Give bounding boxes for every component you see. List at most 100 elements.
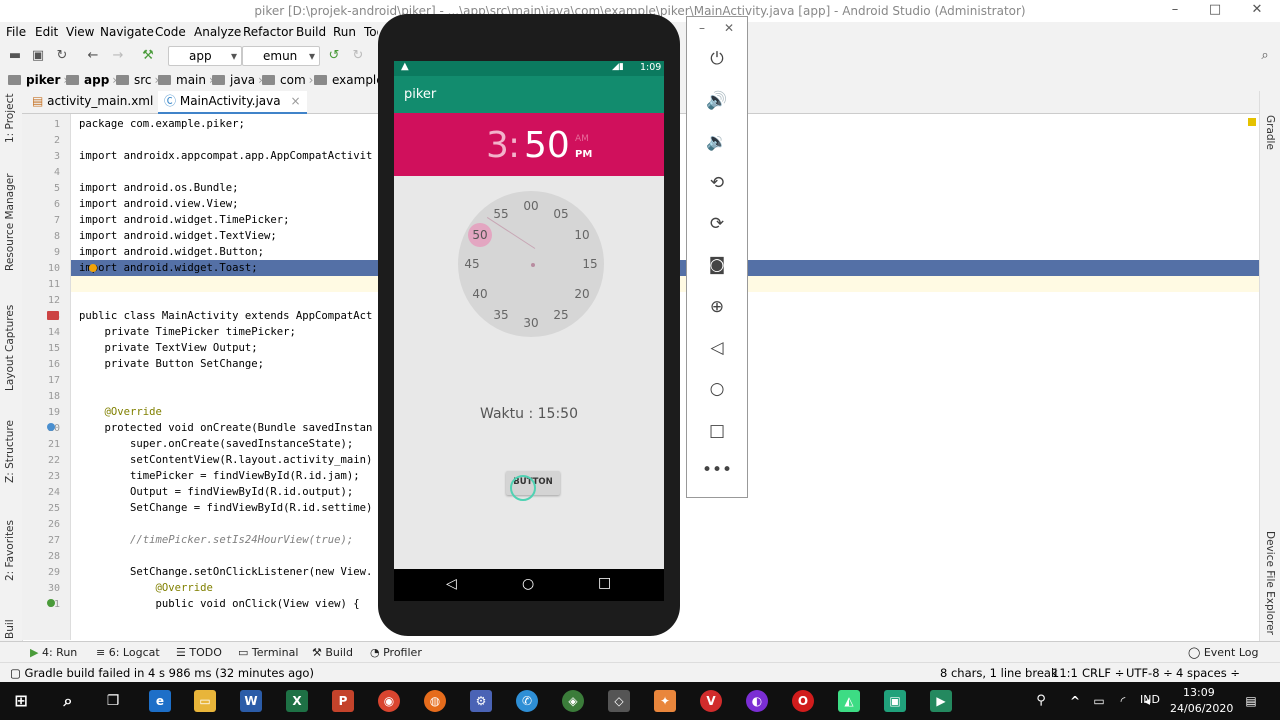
language-indicator[interactable]: IND [1140,693,1160,706]
apply-code-icon[interactable]: ↻ [350,48,366,64]
overview-icon[interactable]: □ [687,421,747,441]
selection-info[interactable]: 8 chars, 1 line break [940,666,1058,680]
tool-tab-run[interactable]: ▶ 4: Run [30,646,77,659]
menu-build[interactable]: Build [296,25,326,39]
tool-tab-build-variants[interactable]: Build Variants [4,619,16,639]
menu-file[interactable]: File [6,25,26,39]
tool-tab-logcat[interactable]: ≡ 6: Logcat [96,646,160,659]
camera-icon[interactable]: ◙ [687,255,747,275]
opera-icon[interactable]: O [792,690,814,712]
close-emulator-button[interactable]: ✕ [724,21,734,35]
close-tab-icon[interactable]: × [290,94,300,108]
home-icon[interactable]: ○ [687,379,747,399]
clock-time[interactable]: 13:09 [1183,686,1215,699]
caret-position[interactable]: 11:1 [1052,666,1078,680]
search-everywhere-icon[interactable]: ⌕ [1257,48,1273,64]
menu-view[interactable]: View [66,25,94,39]
tool-tab-device-file-explorer[interactable]: Device File Explorer [1264,531,1276,635]
minimize-button[interactable]: – [1155,2,1195,20]
forward-arrow-icon[interactable]: → [110,48,126,64]
nav-recents-icon[interactable]: □ [598,575,611,591]
clock-number[interactable]: 05 [549,206,573,222]
breadcrumb-app[interactable]: app › [66,73,120,87]
pm-toggle[interactable]: PM [575,149,592,160]
back-icon[interactable]: ◁ [687,338,747,358]
close-button[interactable]: ✕ [1237,2,1277,20]
battery-icon[interactable]: ▭ [1088,690,1110,712]
lightbulb-icon[interactable] [89,264,97,272]
settings-app-icon[interactable]: ⚙ [470,690,492,712]
tool-tab-layout-captures[interactable]: Layout Captures [4,305,16,391]
excel-icon[interactable]: X [286,690,308,712]
word-icon[interactable]: W [240,690,262,712]
open-folder-icon[interactable]: ▬ [7,48,23,64]
clock-face[interactable]: 00 05 10 15 20 25 30 35 40 45 50 55 [458,191,604,337]
warning-marker-icon[interactable] [1248,118,1256,126]
clock-number[interactable]: 10 [570,227,594,243]
windows-start-icon[interactable]: ⊞ [10,690,32,712]
breadcrumb-java[interactable]: java › [212,73,266,87]
android-studio-icon[interactable]: ◭ [838,690,860,712]
tool-tab-gradle[interactable]: Gradle [1264,115,1276,150]
power-icon[interactable]: ⏻ [687,49,747,69]
powerpoint-icon[interactable]: P [332,690,354,712]
breadcrumb-com[interactable]: com › [262,73,316,87]
vivaldi-icon[interactable]: V [700,690,722,712]
hour-display[interactable]: 3 [486,125,509,166]
maximize-button[interactable]: □ [1195,2,1235,20]
minimize-emulator-button[interactable]: – [699,21,705,35]
make-hammer-icon[interactable]: ⚒ [140,48,156,64]
clock-date[interactable]: 24/06/2020 [1170,702,1233,715]
implement-method-icon[interactable] [47,599,55,607]
save-icon[interactable]: ▣ [30,48,46,64]
tab-activity-main-xml[interactable]: ▤ activity_main.xml × [26,91,179,112]
tab-mainactivity-java[interactable]: Ⓒ MainActivity.java × [158,91,307,114]
more-icon[interactable]: ••• [687,460,747,480]
nav-back-icon[interactable]: ◁ [446,576,457,592]
chevron-up-icon[interactable]: ^ [1064,690,1086,712]
breadcrumb-src[interactable]: src › [116,73,162,87]
firefox-icon[interactable]: ◍ [424,690,446,712]
tool-tab-terminal[interactable]: ▭ Terminal [238,646,298,659]
run-class-icon[interactable] [47,311,59,320]
music-app-icon[interactable]: ◐ [746,690,768,712]
breadcrumb-main[interactable]: main› [158,73,217,87]
clock-number[interactable]: 55 [489,206,513,222]
tool-tab-favorites[interactable]: 2: Favorites [4,520,16,581]
media-app-icon[interactable]: ✦ [654,690,676,712]
tool-tab-profiler[interactable]: ◔ Profiler [370,646,422,659]
clock-number[interactable]: 45 [460,256,484,272]
menu-navigate[interactable]: Navigate [100,25,154,39]
edge-icon[interactable]: e [149,690,171,712]
chrome-icon[interactable]: ◉ [378,690,400,712]
volume-up-icon[interactable]: 🔊 [687,91,747,111]
back-arrow-icon[interactable]: ← [85,48,101,64]
rotate-right-icon[interactable]: ⟳ [687,214,747,234]
clock-number[interactable]: 30 [519,315,543,331]
active-window-icon[interactable]: ▶ [930,690,952,712]
wifi-icon[interactable]: ◜ [1112,690,1134,712]
status-message[interactable]: ▢ Gradle build failed in 4 s 986 ms (32 … [10,666,314,680]
clock-number[interactable]: 50 [468,227,492,243]
sync-icon[interactable]: ↻ [54,48,70,64]
menu-code[interactable]: Code [155,25,186,39]
rotate-left-icon[interactable]: ⟲ [687,173,747,193]
apply-changes-icon[interactable]: ↺ [326,48,342,64]
line-separator[interactable]: CRLF ÷ [1082,666,1124,680]
breadcrumb-example[interactable]: example [314,73,384,87]
tool-tab-structure[interactable]: Z: Structure [4,420,16,483]
file-explorer-icon[interactable]: ▭ [194,690,216,712]
tool-tab-project[interactable]: 1: Project [4,94,16,143]
menu-refactor[interactable]: Refactor [243,25,293,39]
search-icon[interactable]: ⌕ [57,690,79,712]
tool-tab-event-log[interactable]: ◯ Event Log [1188,646,1258,659]
file-encoding[interactable]: UTF-8 ÷ [1126,666,1173,680]
module-select[interactable]: app ▾ [168,46,242,66]
indent-setting[interactable]: 4 spaces ÷ [1176,666,1240,680]
am-toggle[interactable]: AM [575,134,589,144]
task-view-icon[interactable]: ❐ [102,690,124,712]
tool-tab-resource-manager[interactable]: Resource Manager [4,173,16,271]
emulator-screen[interactable]: ▲ ◢▮ 1:09 piker 3 : 50 AM PM 00 05 10 15… [394,61,664,601]
nav-home-icon[interactable]: ○ [522,576,534,592]
menu-run[interactable]: Run [333,25,356,39]
